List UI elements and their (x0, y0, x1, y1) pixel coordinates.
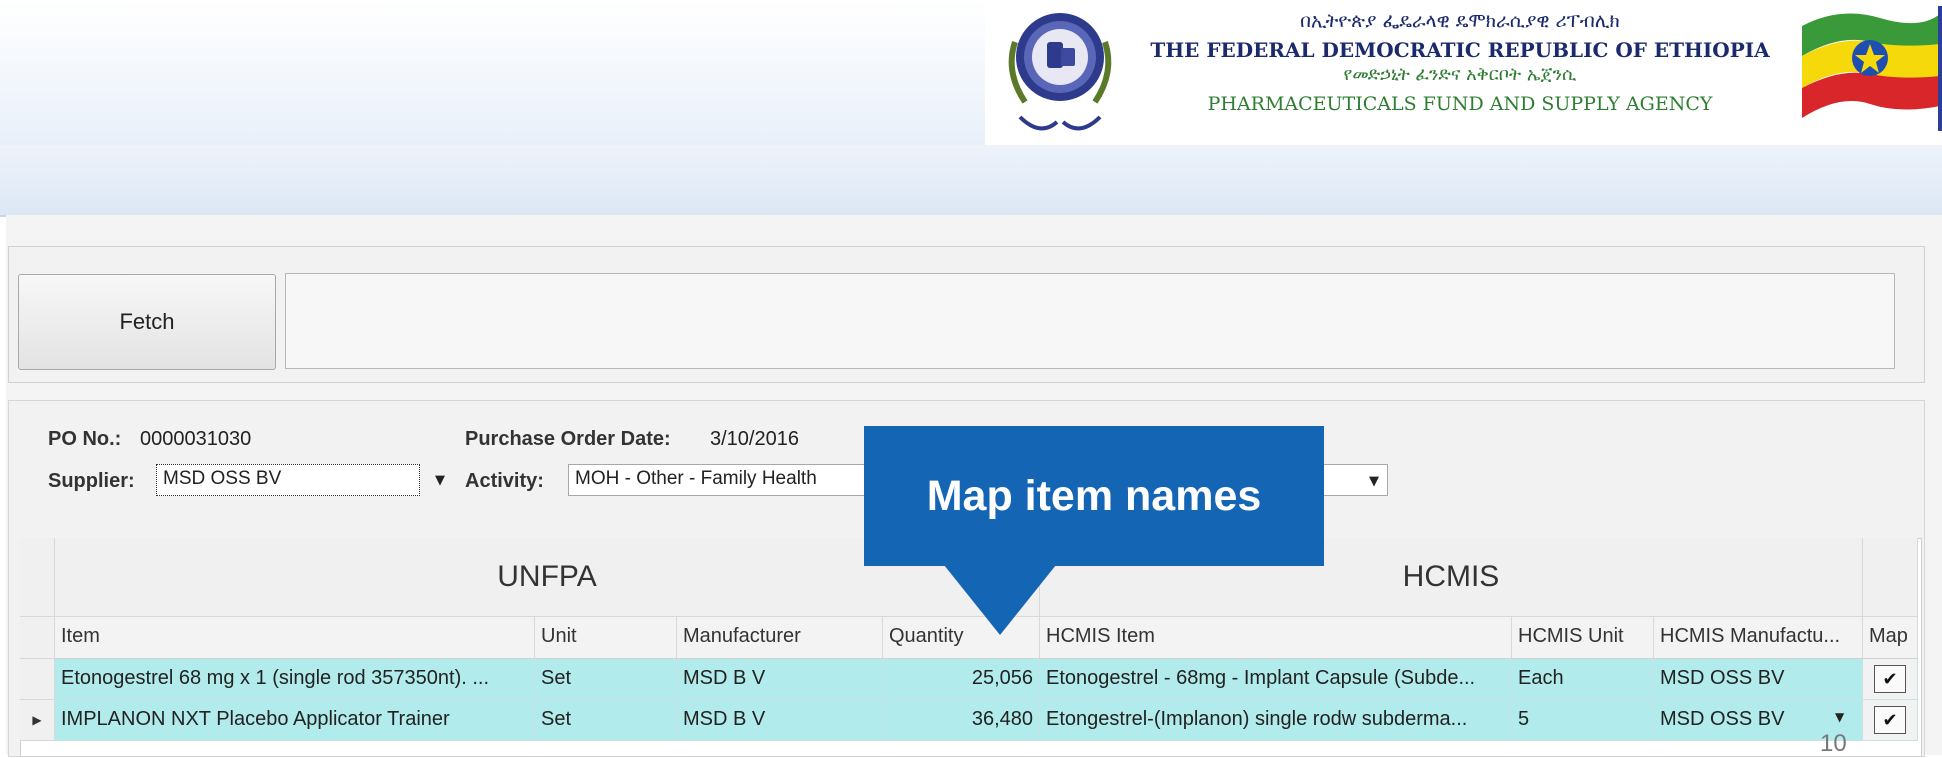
checkmark-icon: ✔ (1882, 709, 1898, 730)
row-selector[interactable] (20, 659, 55, 700)
column-header-manufacturer[interactable]: Manufacturer (677, 617, 883, 659)
activity-dropdown-arrow-icon[interactable]: ▼ (1362, 465, 1386, 497)
agency-emblem-icon (1008, 13, 1112, 131)
header-agency-name: PHARMACEUTICALS FUND AND SUPPLY AGENCY (1207, 93, 1713, 115)
map-checkbox[interactable]: ✔ (1874, 706, 1906, 734)
cell-manufacturer[interactable]: MSD B V (677, 659, 883, 700)
cell-quantity[interactable]: 25,056 (883, 659, 1040, 700)
callout-pointer (944, 565, 1056, 635)
cell-map: ✔ (1863, 700, 1918, 741)
cell-item[interactable]: IMPLANON NXT Placebo Applicator Trainer (55, 700, 535, 741)
checkmark-icon: ✔ (1882, 668, 1898, 689)
fetch-button[interactable]: Fetch (18, 274, 276, 370)
purchase-order-date-label: Purchase Order Date: (465, 428, 671, 450)
po-no-value: 0000031030 (140, 428, 252, 450)
cell-item[interactable]: Etonogestrel 68 mg x 1 (single rod 35735… (55, 659, 535, 700)
cell-hcmis-item[interactable]: Etonogestrel - 68mg - Implant Capsule (S… (1040, 659, 1512, 700)
header-selector (20, 617, 55, 659)
cell-hcmis-unit[interactable]: 5 (1512, 700, 1654, 741)
column-header-hcmis-unit[interactable]: HCMIS Unit (1512, 617, 1654, 659)
column-header-hcmis-manufacturer[interactable]: HCMIS Manufactu... (1654, 617, 1863, 659)
column-header-item[interactable]: Item (55, 617, 535, 659)
supplier-combo[interactable]: MSD OSS BV (156, 464, 420, 496)
header-amharic-agency: የመድኃኒት ፈንድና አቅርቦት ኤጀንሲ (1343, 64, 1577, 85)
po-no-label: PO No.: (48, 428, 122, 450)
header-banner-left (0, 0, 985, 145)
supplier-dropdown-arrow-icon[interactable]: ▼ (428, 464, 452, 496)
cell-quantity[interactable]: 36,480 (883, 700, 1040, 741)
cell-unit[interactable]: Set (535, 659, 677, 700)
current-row-arrow-icon: ▶ (32, 713, 42, 727)
activity-label: Activity: (465, 470, 544, 492)
supplier-label: Supplier: (48, 470, 135, 492)
header-country-name: THE FEDERAL DEMOCRATIC REPUBLIC OF ETHIO… (1150, 38, 1770, 62)
map-checkbox[interactable]: ✔ (1874, 665, 1906, 693)
group-header-map (1863, 538, 1918, 617)
column-header-hcmis-item[interactable]: HCMIS Item (1040, 617, 1512, 659)
purchase-order-date-value: 3/10/2016 (710, 428, 799, 450)
toolbar-band (0, 145, 1942, 217)
fetch-status-area (285, 273, 1895, 369)
ethiopia-flag-icon (1802, 6, 1942, 131)
cell-hcmis-unit[interactable]: Each (1512, 659, 1654, 700)
slide-page-number: 10 (1820, 730, 1847, 757)
cell-hcmis-manufacturer[interactable]: MSD OSS BV (1654, 659, 1863, 700)
cell-unit[interactable]: Set (535, 700, 677, 741)
header-amharic-country: በኢትዮጵያ ፌዴራላዊ ዴሞክራሲያዊ ሪፐብሊክ (1300, 10, 1620, 32)
row-selector-current[interactable]: ▶ (20, 700, 55, 741)
cell-manufacturer[interactable]: MSD B V (677, 700, 883, 741)
column-header-unit[interactable]: Unit (535, 617, 677, 659)
grid-corner (20, 538, 55, 617)
cell-map: ✔ (1863, 659, 1918, 700)
column-header-map[interactable]: Map (1863, 617, 1918, 659)
callout-map-item-names: Map item names (864, 426, 1324, 566)
hcmis-manufacturer-dropdown-arrow-icon[interactable]: ▼ (1835, 710, 1844, 724)
cell-hcmis-item[interactable]: Etongestrel-(Implanon) single rodw subde… (1040, 700, 1512, 741)
